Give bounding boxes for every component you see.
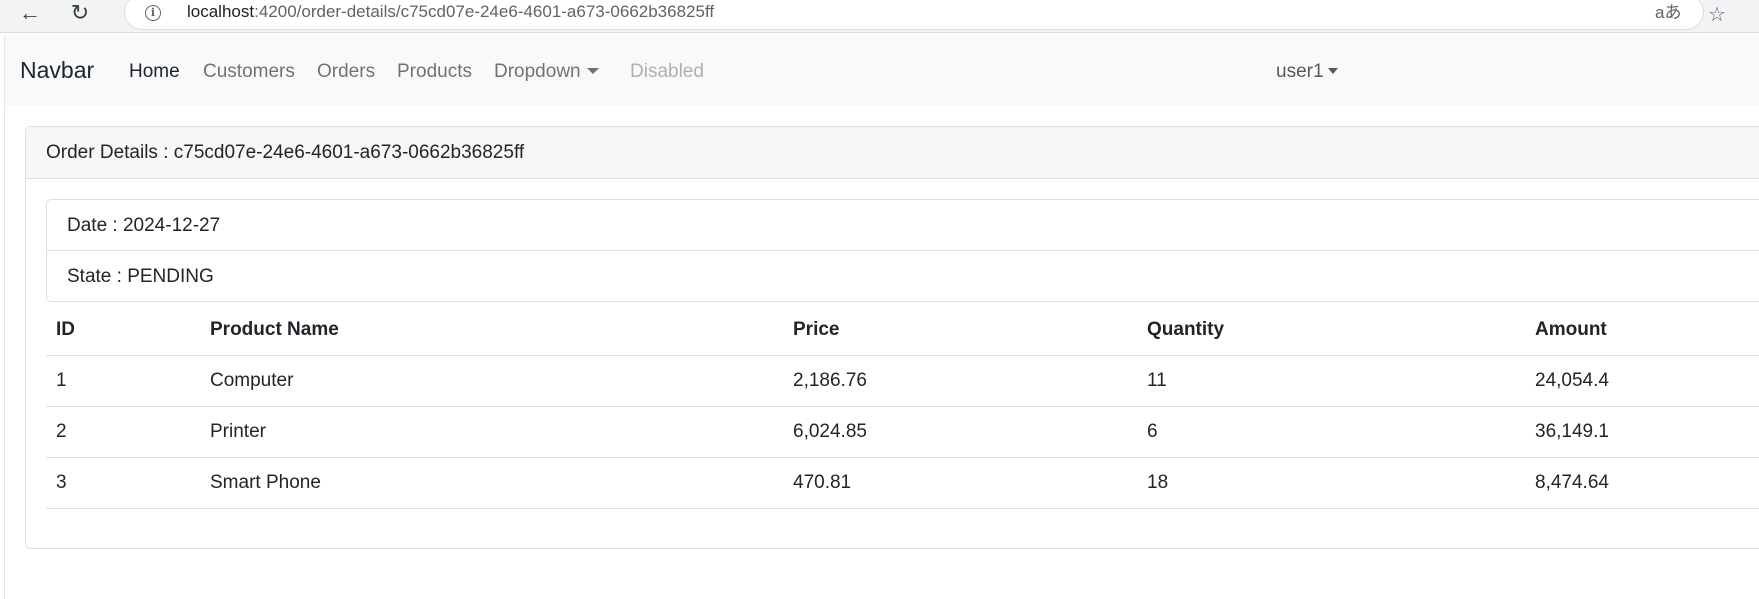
back-icon[interactable]: ← — [12, 0, 48, 26]
cell-quantity: 6 — [1137, 406, 1525, 458]
order-info-list: Date : 2024-12-27 State : PENDING — [46, 199, 1759, 302]
url-text[interactable]: localhost:4200/order-details/c75cd07e-24… — [187, 2, 714, 22]
cell-price: 6,024.85 — [783, 406, 1137, 458]
cell-id: 1 — [46, 355, 200, 407]
navbar: Navbar Home Customers Orders Products Dr… — [5, 36, 1759, 106]
col-header-quantity: Quantity — [1137, 305, 1525, 356]
cell-amount: 24,054.4 — [1525, 355, 1759, 407]
order-items-table: ID Product Name Price Quantity Amount 1 … — [46, 305, 1759, 509]
col-header-price: Price — [783, 305, 1137, 356]
order-state: State : PENDING — [67, 266, 214, 287]
user-name: user1 — [1276, 61, 1324, 82]
nav-dropdown[interactable]: Dropdown — [494, 61, 599, 83]
navbar-brand[interactable]: Navbar — [20, 57, 94, 84]
url-path: :4200/order-details/c75cd07e-24e6-4601-a… — [254, 2, 715, 21]
col-header-amount: Amount — [1525, 305, 1759, 356]
col-header-id: ID — [46, 305, 200, 356]
cell-quantity: 18 — [1137, 457, 1525, 509]
cell-product-name: Smart Phone — [200, 457, 783, 509]
cell-id: 2 — [46, 406, 200, 458]
nav-link-customers[interactable]: Customers — [203, 61, 295, 83]
caret-down-icon — [1327, 68, 1338, 74]
site-info-icon[interactable]: i — [145, 5, 161, 21]
order-date: Date : 2024-12-27 — [47, 200, 1759, 251]
nav-link-products[interactable]: Products — [397, 61, 472, 83]
table-row: 1 Computer 2,186.76 11 24,054.4 — [46, 355, 1759, 407]
nav-link-home[interactable]: Home — [129, 61, 180, 83]
table-header-row: ID Product Name Price Quantity Amount — [46, 305, 1759, 356]
caret-down-icon — [586, 68, 599, 74]
address-bar[interactable]: i localhost:4200/order-details/c75cd07e-… — [124, 0, 1704, 30]
cell-product-name: Printer — [200, 406, 783, 458]
cell-price: 470.81 — [783, 457, 1137, 509]
cell-id: 3 — [46, 457, 200, 509]
order-details-card: Order Details : c75cd07e-24e6-4601-a673-… — [25, 126, 1759, 549]
card-header: Order Details : c75cd07e-24e6-4601-a673-… — [26, 127, 1759, 179]
user-menu[interactable]: user1 — [1276, 61, 1338, 83]
app-frame: Navbar Home Customers Orders Products Dr… — [4, 36, 1759, 599]
reload-icon[interactable]: ↻ — [62, 0, 98, 26]
translate-icon[interactable]: aあ — [1655, 0, 1681, 23]
nav-link-disabled: Disabled — [630, 61, 704, 82]
col-header-product-name: Product Name — [200, 305, 783, 356]
cell-price: 2,186.76 — [783, 355, 1137, 407]
table-row: 2 Printer 6,024.85 6 36,149.1 — [46, 406, 1759, 458]
nav-link-orders[interactable]: Orders — [317, 61, 375, 83]
url-host: localhost — [187, 2, 255, 21]
table-row: 3 Smart Phone 470.81 18 8,474.64 — [46, 457, 1759, 509]
bookmark-star-icon[interactable]: ☆ — [1708, 2, 1726, 27]
cell-quantity: 11 — [1137, 355, 1525, 407]
nav-dropdown-label: Dropdown — [494, 61, 581, 82]
cell-product-name: Computer — [200, 355, 783, 407]
cell-amount: 8,474.64 — [1525, 457, 1759, 509]
cell-amount: 36,149.1 — [1525, 406, 1759, 458]
browser-toolbar: ← ↻ i localhost:4200/order-details/c75cd… — [0, 0, 1759, 33]
card-title: Order Details : c75cd07e-24e6-4601-a673-… — [46, 142, 525, 163]
